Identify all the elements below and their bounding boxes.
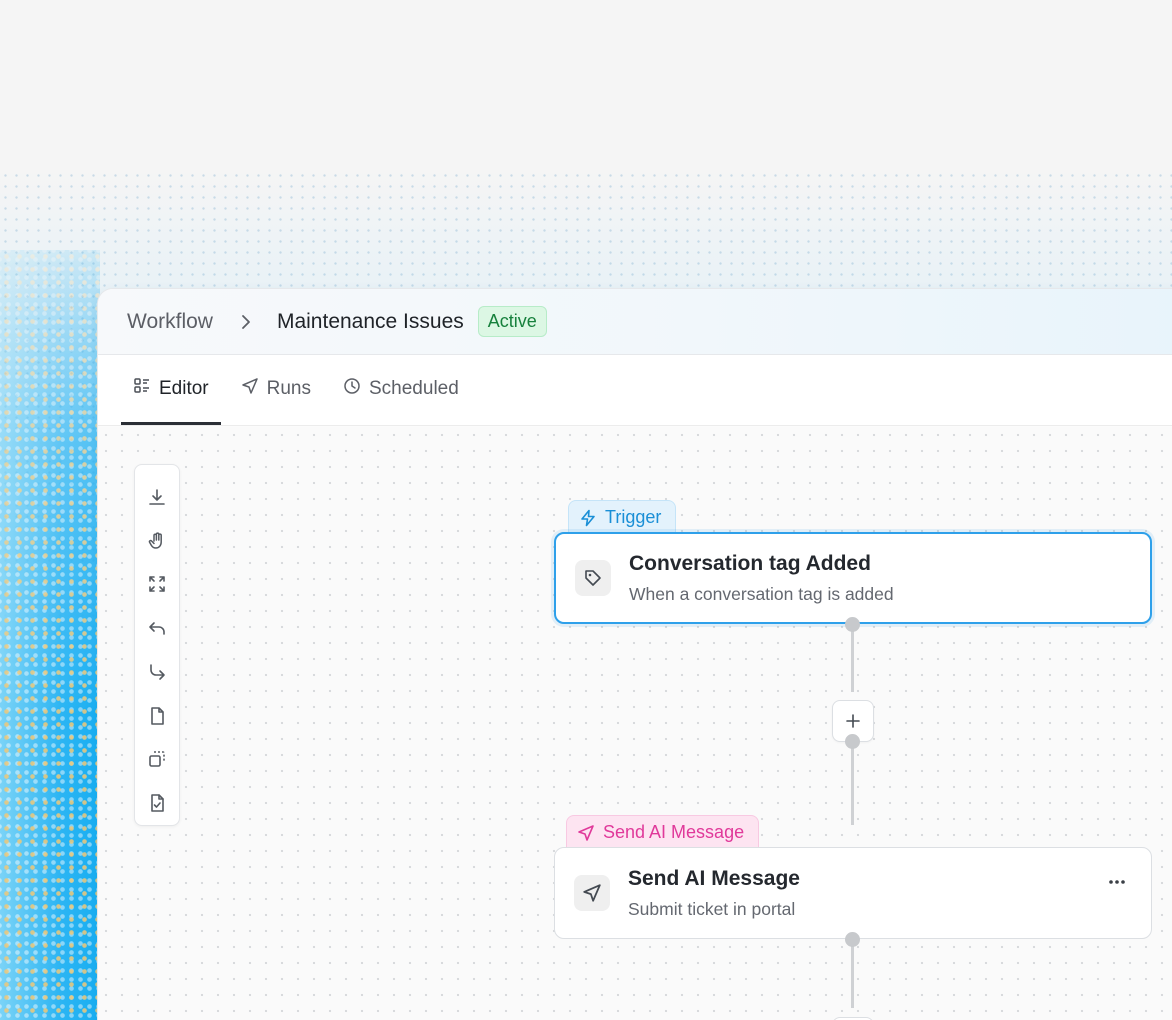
file-icon [151,706,164,725]
ai-message-label-text: Send AI Message [603,822,745,842]
send-icon [241,377,259,401]
download-button[interactable] [139,475,175,519]
workflow-window: Workflow Maintenance Issues Active Edito… [97,288,1172,1020]
tab-runs[interactable]: Runs [229,355,323,425]
canvas-toolbar [134,464,180,826]
tab-label: Scheduled [369,377,459,399]
trigger-label: Trigger [568,500,677,534]
chevron-right-icon [241,314,251,330]
tab-editor[interactable]: Editor [121,355,221,425]
more-options-button[interactable] [1103,874,1131,890]
connector-line [851,743,854,825]
clock-icon [343,377,361,401]
redo-button[interactable] [139,650,175,694]
tag-icon [575,560,611,596]
connector-line [851,942,854,1008]
tab-label: Runs [266,377,311,399]
lightning-icon [581,509,595,526]
redo-icon [150,664,165,680]
pan-button[interactable] [139,519,175,563]
node-title: Send AI Message [628,866,800,890]
ai-message-label: Send AI Message [566,815,760,849]
stage: Workflow Maintenance Issues Active Edito… [0,0,1172,1020]
breadcrumb-current: Maintenance Issues [276,309,464,333]
file-check-icon [151,794,164,812]
download-icon [149,489,165,505]
tab-bar: Editor Runs Scheduled [98,355,1172,426]
tab-scheduled[interactable]: Scheduled [331,355,471,425]
editor-icon [133,377,151,401]
fit-view-button[interactable] [139,563,175,607]
hand-icon [148,532,162,549]
workflow-canvas[interactable]: Trigger Conversation tag Added When a co… [98,427,1172,1020]
more-horizontal-icon [1109,880,1125,884]
background-pixel-art [0,250,100,1020]
fit-view-icon [149,576,165,593]
breadcrumb-root[interactable]: Workflow [127,310,213,334]
node-title: Conversation tag Added [629,551,871,575]
node-subtitle: Submit ticket in portal [628,898,796,919]
duplicate-button[interactable] [139,738,175,782]
trigger-node[interactable]: Conversation tag Added When a conversati… [554,532,1152,624]
duplicate-icon [149,751,165,768]
node-input-handle[interactable] [845,734,860,749]
node-subtitle: When a conversation tag is added [629,583,894,604]
connector-line [851,628,854,692]
undo-icon [149,622,165,635]
new-file-button[interactable] [139,694,175,738]
send-icon [574,875,610,911]
node-output-handle[interactable] [845,932,860,947]
send-ai-message-node[interactable]: Send AI Message Submit ticket in portal [554,847,1152,939]
send-icon [578,824,594,841]
status-badge: Active [477,306,547,337]
title-bar: Workflow Maintenance Issues Active [98,289,1172,355]
undo-button[interactable] [139,606,175,650]
validate-button[interactable] [139,781,175,825]
tab-label: Editor [159,377,209,399]
trigger-label-text: Trigger [605,507,662,527]
node-output-handle[interactable] [845,617,860,632]
plus-icon [846,714,860,728]
